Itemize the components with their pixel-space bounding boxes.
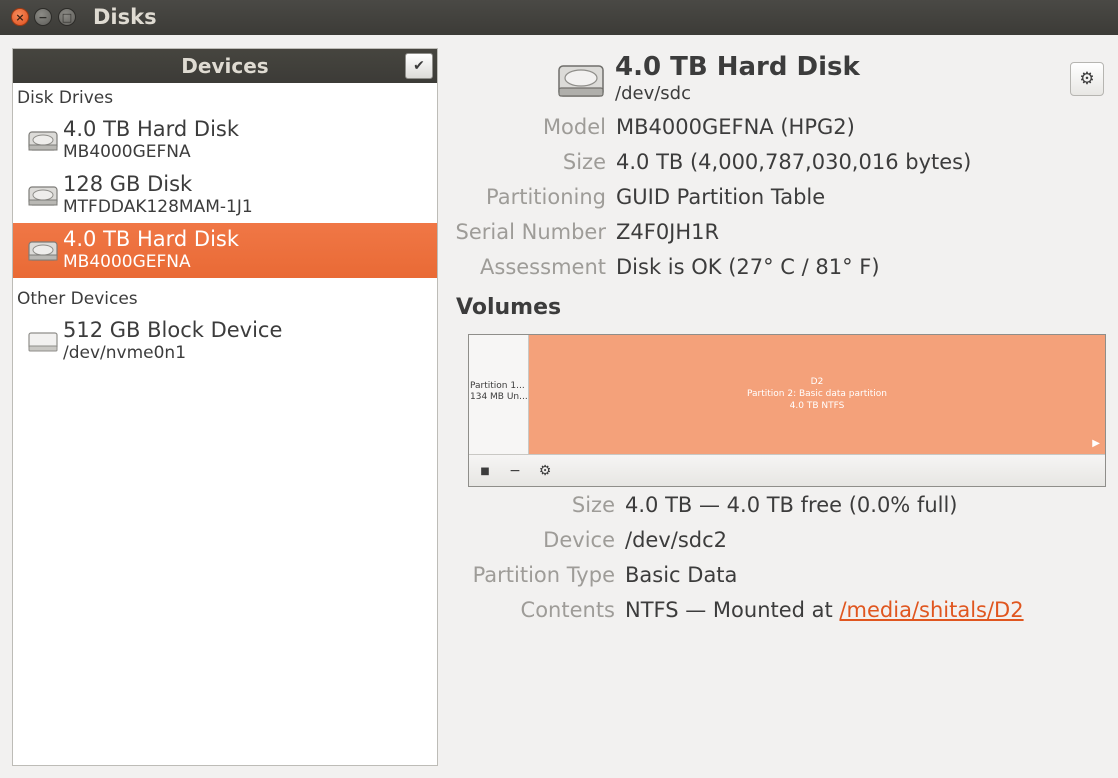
prop-value: Z4F0JH1R xyxy=(616,220,720,244)
volume-prop-device: Device /dev/sdc2 xyxy=(450,525,727,555)
sidebar-title: Devices xyxy=(181,54,269,78)
partition-size: 134 MB Un... xyxy=(470,392,528,402)
volume-prop-partition-type: Partition Type Basic Data xyxy=(450,560,738,590)
title-bar: × − □ Disks xyxy=(0,0,1118,35)
gears-icon: ⚙ xyxy=(538,463,552,479)
device-item-128gb-disk[interactable]: 128 GB Disk MTFDDAK128MAM-1J1 xyxy=(13,168,437,223)
volumes-heading: Volumes xyxy=(456,295,562,320)
sidebar-header: Devices ✔ xyxy=(13,49,437,83)
maximize-window-button[interactable]: □ xyxy=(58,8,76,26)
partition-2-block[interactable]: D2 Partition 2: Basic data partition 4.0… xyxy=(529,335,1105,454)
device-model: MB4000GEFNA xyxy=(63,142,191,162)
prop-value: NTFS — Mounted at /media/shitals/D2 xyxy=(625,595,1024,625)
prop-value: 4.0 TB — 4.0 TB free (0.0% full) xyxy=(625,493,958,517)
prop-key: Model xyxy=(542,115,606,139)
prop-partitioning: Partitioning GUID Partition Table xyxy=(450,182,825,212)
partition-description: Partition 2: Basic data partition xyxy=(746,389,887,399)
prop-value: 4.0 TB (4,000,787,030,016 bytes) xyxy=(616,150,972,174)
prop-assessment: Assessment Disk is OK (27° C / 81° F) xyxy=(450,252,880,282)
prop-size: Size 4.0 TB (4,000,787,030,016 bytes) xyxy=(450,147,971,177)
device-name: 128 GB Disk xyxy=(63,172,193,196)
prop-key: Partitioning xyxy=(486,185,606,209)
partition-size: 4.0 TB NTFS xyxy=(789,401,845,411)
device-item-block-device[interactable]: 512 GB Block Device /dev/nvme0n1 xyxy=(13,314,437,369)
block-device-icon xyxy=(28,331,58,351)
device-name: 4.0 TB Hard Disk xyxy=(63,117,240,141)
partition-label: Partition 1... xyxy=(470,381,525,391)
prop-key: Contents xyxy=(520,598,615,622)
disk-details-panel: 4.0 TB Hard Disk /dev/sdc ⚙ Model MB4000… xyxy=(440,35,1118,778)
unmount-button[interactable]: ■ xyxy=(474,460,496,482)
window-title: Disks xyxy=(93,5,157,29)
prop-key: Device xyxy=(543,528,615,552)
disk-title: 4.0 TB Hard Disk xyxy=(615,52,860,82)
play-arrow-icon: ▶ xyxy=(1092,438,1100,449)
drive-options-button[interactable]: ⚙ xyxy=(1070,62,1104,96)
partition-settings-button[interactable]: ⚙ xyxy=(534,460,556,482)
hard-disk-icon xyxy=(28,130,58,151)
volumes-graph: Partition 1... 134 MB Un... D2 Partition… xyxy=(468,334,1106,487)
group-label-other-devices: Other Devices xyxy=(17,289,138,309)
devices-sidebar: Devices ✔ Disk Drives 4.0 TB Hard Disk M… xyxy=(12,48,438,766)
prop-key: Size xyxy=(571,493,615,517)
hard-disk-icon xyxy=(28,185,58,206)
device-model: MTFDDAK128MAM-1J1 xyxy=(63,197,253,217)
hard-disk-icon xyxy=(28,240,58,261)
prop-value: GUID Partition Table xyxy=(616,185,826,209)
close-window-button[interactable]: × xyxy=(11,8,29,26)
device-model: MB4000GEFNA xyxy=(63,252,191,272)
prop-value: MB4000GEFNA (HPG2) xyxy=(616,115,855,139)
checkmark-icon: ✔ xyxy=(413,58,425,74)
device-name: 4.0 TB Hard Disk xyxy=(63,227,240,251)
delete-partition-button[interactable]: − xyxy=(504,460,526,482)
check-button[interactable]: ✔ xyxy=(405,53,433,79)
device-name: 512 GB Block Device xyxy=(63,318,283,342)
prop-key: Size xyxy=(562,150,606,174)
prop-key: Partition Type xyxy=(472,563,615,587)
device-item-4tb-disk-1[interactable]: 4.0 TB Hard Disk MB4000GEFNA xyxy=(13,113,437,168)
minus-icon: − xyxy=(509,463,521,479)
prop-serial-number: Serial Number Z4F0JH1R xyxy=(450,217,720,247)
volumes-toolbar: ■ − ⚙ xyxy=(469,454,1105,486)
stop-icon: ■ xyxy=(480,465,490,477)
minimize-window-button[interactable]: − xyxy=(34,8,52,26)
contents-prefix: NTFS — Mounted at xyxy=(625,598,840,622)
prop-value: Disk is OK (27° C / 81° F) xyxy=(616,255,880,279)
device-path: /dev/nvme0n1 xyxy=(63,343,187,363)
gear-icon: ⚙ xyxy=(1079,69,1095,89)
mount-point-link[interactable]: /media/shitals/D2 xyxy=(839,598,1023,622)
prop-key: Assessment xyxy=(480,255,606,279)
volume-prop-contents: Contents NTFS — Mounted at /media/shital… xyxy=(450,595,1024,625)
prop-value: /dev/sdc2 xyxy=(625,528,728,552)
prop-model: Model MB4000GEFNA (HPG2) xyxy=(450,112,855,142)
hard-disk-icon xyxy=(558,65,604,97)
group-label-disk-drives: Disk Drives xyxy=(17,88,114,108)
prop-key: Serial Number xyxy=(455,220,606,244)
device-item-4tb-disk-2[interactable]: 4.0 TB Hard Disk MB4000GEFNA xyxy=(13,223,437,278)
volume-prop-size: Size 4.0 TB — 4.0 TB free (0.0% full) xyxy=(450,490,958,520)
partition-1-block[interactable]: Partition 1... 134 MB Un... xyxy=(469,335,529,454)
prop-value: Basic Data xyxy=(625,563,738,587)
disk-device-path: /dev/sdc xyxy=(615,83,691,104)
partition-label: D2 xyxy=(810,377,824,387)
